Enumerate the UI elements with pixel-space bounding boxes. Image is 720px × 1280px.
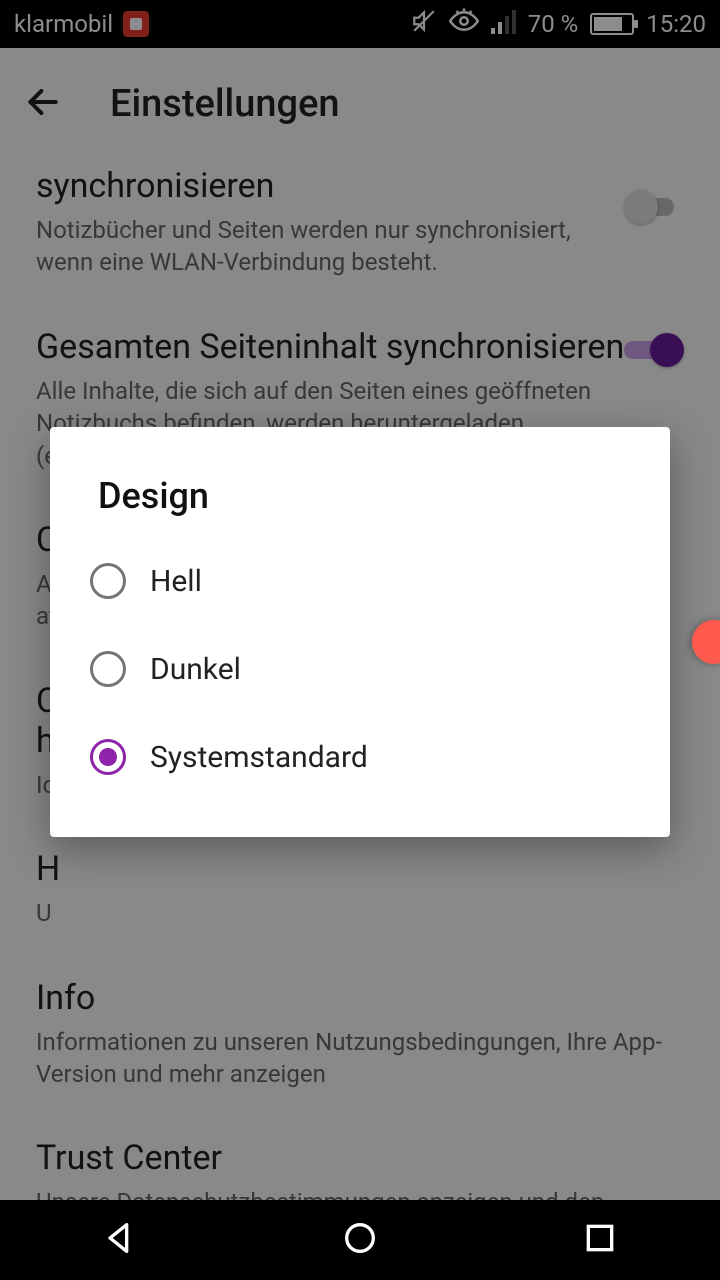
option-label: Dunkel	[150, 652, 241, 687]
radio-icon	[90, 563, 126, 599]
option-systemstandard[interactable]: Systemstandard	[50, 713, 670, 801]
nav-back-icon[interactable]	[100, 1218, 140, 1262]
dialog-title: Design	[50, 463, 670, 537]
design-dialog: Design Hell Dunkel Systemstandard	[50, 427, 670, 837]
option-dunkel[interactable]: Dunkel	[50, 625, 670, 713]
radio-icon-selected	[90, 739, 126, 775]
nav-home-icon[interactable]	[340, 1218, 380, 1262]
option-label: Hell	[150, 564, 202, 599]
option-hell[interactable]: Hell	[50, 537, 670, 625]
screen: klarmobil 70 % 15:20 Einstellungen syn	[0, 0, 720, 1280]
system-nav-bar	[0, 1200, 720, 1280]
radio-icon	[90, 651, 126, 687]
nav-recent-icon[interactable]	[580, 1218, 620, 1262]
option-label: Systemstandard	[150, 740, 368, 775]
